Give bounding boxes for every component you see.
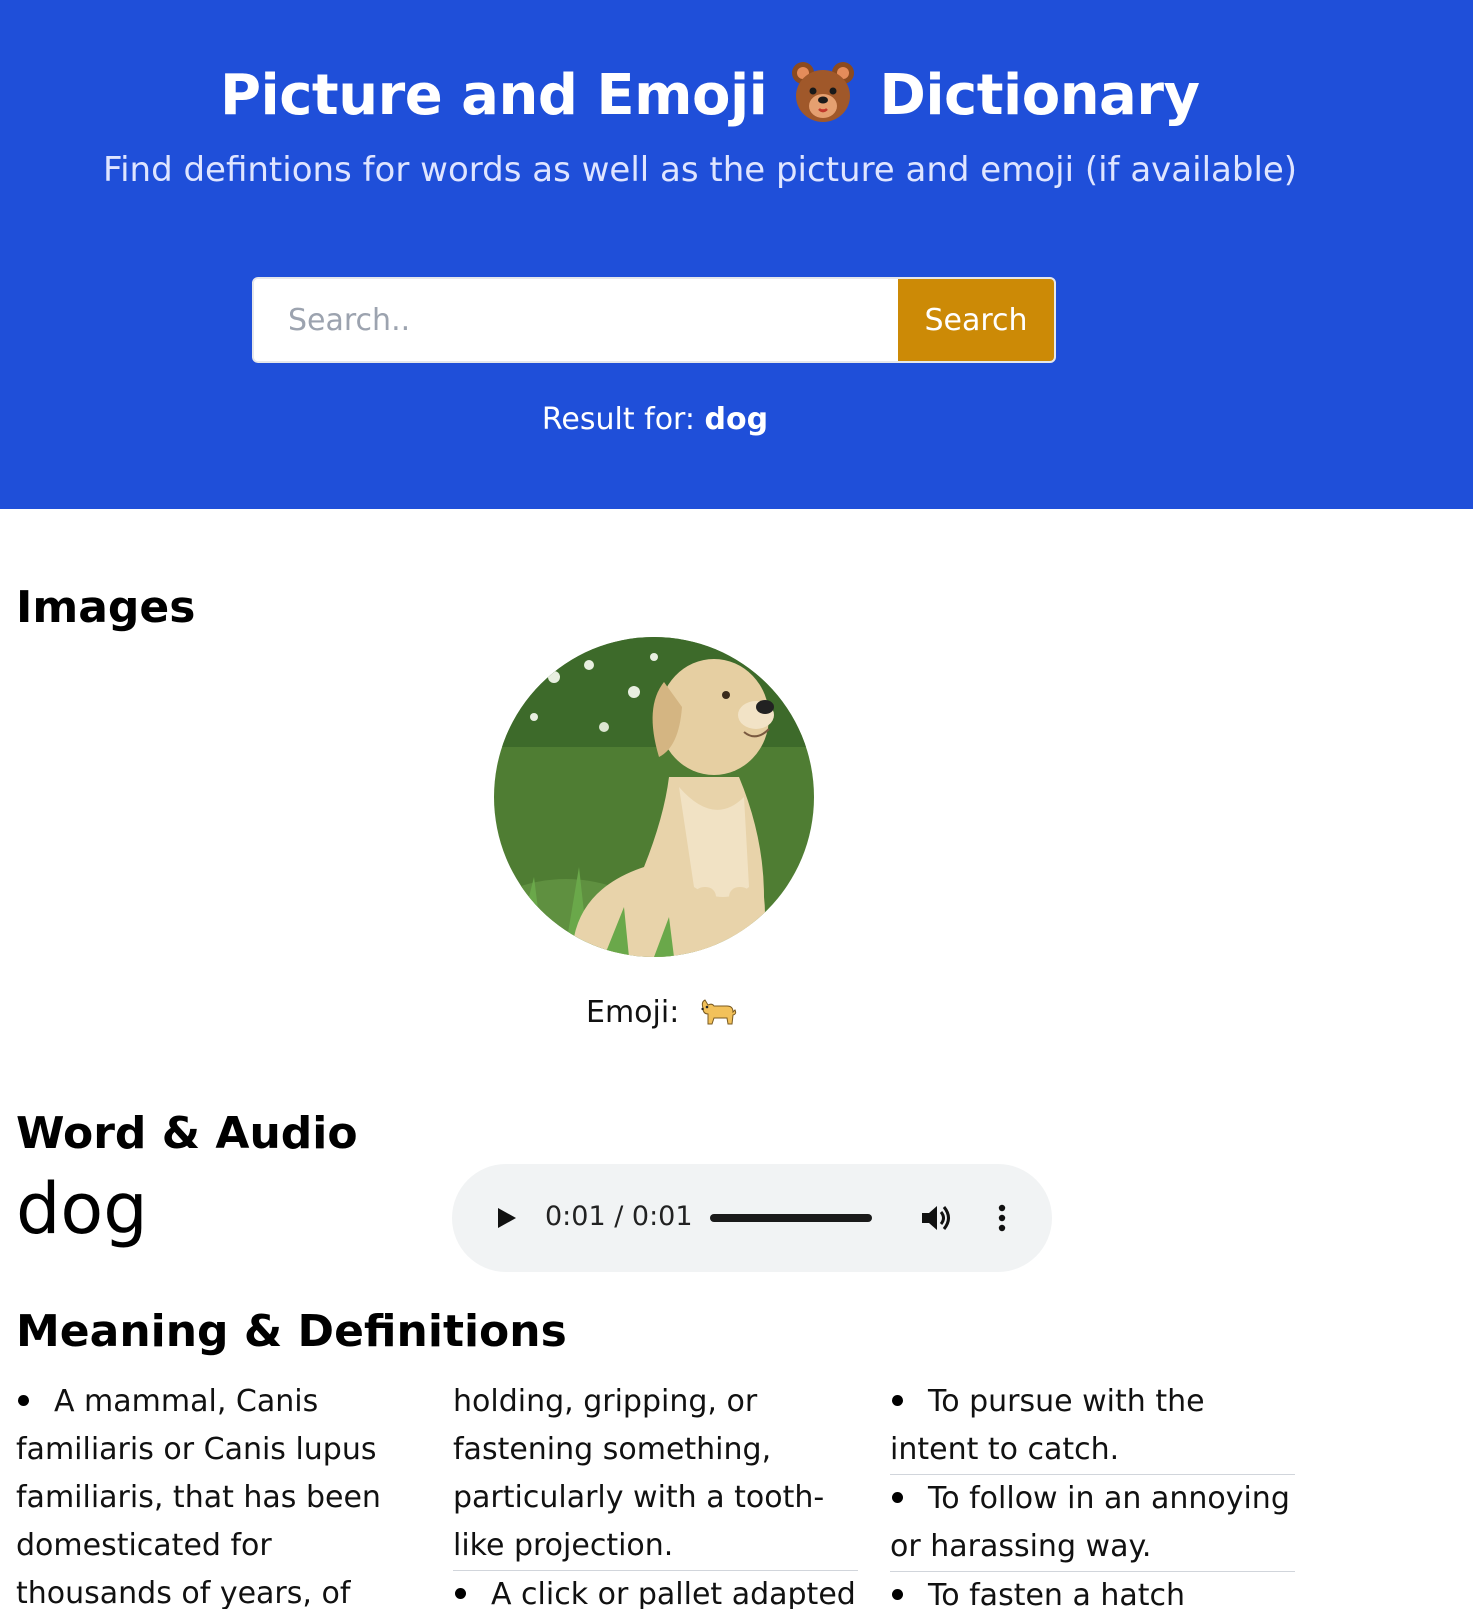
result-word: dog bbox=[704, 402, 769, 437]
volume-icon[interactable] bbox=[918, 1200, 954, 1236]
word-text: dog bbox=[16, 1168, 148, 1250]
emoji-line: Emoji: bbox=[586, 995, 737, 1030]
definitions-column-2: holding, gripping, or fastening somethin… bbox=[453, 1378, 858, 1609]
search-input[interactable] bbox=[254, 279, 898, 361]
title-text-part1: Picture and Emoji bbox=[220, 63, 768, 128]
result-line: Result for: dog bbox=[0, 402, 1310, 437]
dog-photo bbox=[494, 637, 814, 957]
bullet-icon bbox=[18, 1394, 29, 1406]
list-item: A mammal, Canis familiaris or Canis lupu… bbox=[16, 1384, 381, 1609]
emoji-label: Emoji: bbox=[586, 995, 680, 1030]
definitions-list: A mammal, Canis familiaris or Canis lupu… bbox=[16, 1378, 1296, 1609]
bullet-icon bbox=[892, 1588, 903, 1600]
audio-progress-bar[interactable] bbox=[710, 1214, 872, 1222]
word-audio-heading: Word & Audio bbox=[16, 1108, 358, 1159]
result-label: Result for: bbox=[541, 402, 695, 437]
search-bar: Search bbox=[252, 277, 1056, 363]
bullet-icon bbox=[892, 1394, 903, 1406]
bullet-icon bbox=[455, 1587, 466, 1599]
list-item: A click or pallet adapted bbox=[453, 1571, 858, 1609]
list-item: To pursue with the intent to catch. bbox=[890, 1378, 1295, 1475]
list-item: To fasten a hatch bbox=[890, 1572, 1295, 1609]
title-text-part2: Dictionary bbox=[879, 63, 1200, 128]
play-icon[interactable] bbox=[492, 1202, 522, 1234]
audio-player: 0:01 / 0:01 bbox=[452, 1164, 1052, 1272]
audio-time: 0:01 / 0:01 bbox=[545, 1201, 693, 1232]
bear-face-icon bbox=[790, 60, 856, 140]
list-item: holding, gripping, or fastening somethin… bbox=[453, 1378, 858, 1571]
more-options-icon[interactable] bbox=[992, 1200, 1012, 1236]
page-subtitle: Find defintions for words as well as the… bbox=[103, 150, 1298, 190]
definitions-column-1: A mammal, Canis familiaris or Canis lupu… bbox=[16, 1378, 421, 1609]
dog-emoji-icon bbox=[701, 999, 737, 1025]
definitions-heading: Meaning & Definitions bbox=[16, 1306, 567, 1357]
definitions-column-3: To pursue with the intent to catch. To f… bbox=[890, 1378, 1295, 1609]
images-heading: Images bbox=[16, 582, 196, 633]
header-banner: Picture and Emoji Dictionary Find defint… bbox=[0, 0, 1473, 509]
bullet-icon bbox=[892, 1491, 903, 1503]
search-button[interactable]: Search bbox=[898, 279, 1054, 361]
list-item: To follow in an annoying or harassing wa… bbox=[890, 1475, 1295, 1572]
page-title: Picture and Emoji Dictionary bbox=[220, 60, 1200, 140]
